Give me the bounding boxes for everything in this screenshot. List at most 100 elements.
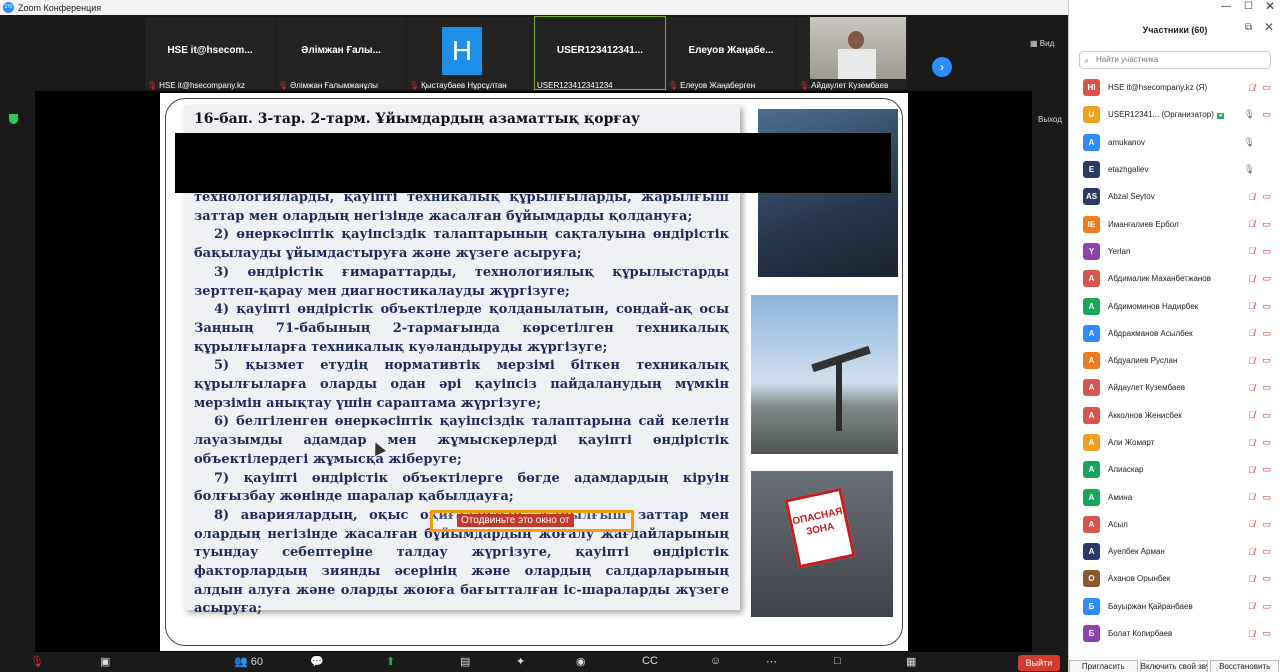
participant-row[interactable]: А Абдимоминов Надирбек 🎙̸ ▭ (1069, 292, 1280, 319)
mic-off-icon[interactable]: 🎙̸ (1248, 601, 1255, 611)
mute-icon[interactable]: 🎙 (30, 655, 44, 668)
avatar: A (1083, 133, 1100, 151)
participants-icon[interactable]: 👥 60 (234, 655, 263, 668)
participant-row[interactable]: IE Имангалиев Ербол 🎙̸ ▭ (1069, 210, 1280, 237)
thumbnail-5[interactable]: 🎙 Айдаулет Кузембаев (797, 17, 907, 90)
video-off-icon[interactable]: ▭ (1262, 219, 1271, 230)
participant-row[interactable]: А Алиаскар 🎙̸ ▭ (1069, 456, 1280, 483)
video-off-icon[interactable]: ▭ (1262, 546, 1271, 557)
thumbnail-1[interactable]: Әлімжан Ғалы... 🎙 Әлімжан Ғалымжанұлы (276, 17, 406, 90)
video-off-icon[interactable]: ▭ (1262, 82, 1271, 93)
video-off-icon[interactable]: ▭ (1262, 628, 1271, 639)
participant-row[interactable]: HI HSE it@hsecompany.kz (Я) 🎙̸ ▭ (1069, 74, 1280, 101)
leave-button[interactable]: Выйти (1018, 655, 1060, 671)
video-off-icon[interactable]: ▭ (1262, 246, 1271, 257)
thumbnail-2[interactable]: H 🎙 Қыстаубаев Нұрсұлтан (407, 17, 537, 90)
mic-off-icon: 🎙 (668, 81, 679, 90)
video-off-icon[interactable]: ▭ (1262, 410, 1271, 421)
participant-row[interactable]: А Айдаулет Кузембаев 🎙̸ ▭ (1069, 374, 1280, 401)
participant-row[interactable]: А Абдуалиев Руслан 🎙̸ ▭ (1069, 347, 1280, 374)
chat-icon[interactable]: 💬 (310, 655, 324, 668)
video-off-icon[interactable]: ▭ (1262, 492, 1271, 503)
view-button[interactable]: ▦ Вид (1030, 39, 1054, 48)
thumbnail-name: HSE it@hsecom... (167, 45, 253, 56)
participant-name: Yerlan (1108, 246, 1131, 256)
participant-row[interactable]: А Асыл 🎙̸ ▭ (1069, 511, 1280, 538)
mic-off-icon[interactable]: 🎙̸ (1248, 383, 1255, 393)
mic-off-icon[interactable]: 🎙̸ (1248, 328, 1255, 338)
participant-row[interactable]: А Али Жомарт 🎙̸ ▭ (1069, 429, 1280, 456)
mic-off-icon[interactable]: 🎙̸ (1248, 274, 1255, 284)
participant-row[interactable]: А Акколнов Женисбек 🎙̸ ▭ (1069, 402, 1280, 429)
participant-row[interactable]: А Ауелбек Арман 🎙̸ ▭ (1069, 538, 1280, 565)
mic-off-icon[interactable]: 🎙̸ (1248, 465, 1255, 475)
remote-control-bar[interactable]: Отодвиньте это окно от (430, 510, 634, 532)
mic-icon[interactable]: 🎙 (1244, 137, 1255, 148)
panel-close-icon[interactable]: ✕ (1264, 20, 1274, 34)
more-icon[interactable]: ⋯ (766, 655, 777, 668)
mic-off-icon[interactable]: 🎙̸ (1248, 356, 1255, 366)
record-icon[interactable]: ◉ (576, 655, 586, 668)
video-off-icon[interactable]: ▭ (1262, 601, 1271, 612)
participant-row[interactable]: А Абдималик Маханбетжанов 🎙̸ ▭ (1069, 265, 1280, 292)
video-off-icon[interactable]: ▭ (1262, 464, 1271, 475)
video-off-icon[interactable]: ▭ (1262, 328, 1271, 339)
mic-off-icon[interactable]: 🎙̸ (1248, 492, 1255, 502)
captions-icon[interactable]: CC (642, 655, 658, 667)
participant-row[interactable]: О Аханов Орынбек 🎙̸ ▭ (1069, 565, 1280, 592)
video-off-icon[interactable]: ▭ (1262, 301, 1271, 312)
mic-off-icon[interactable]: 🎙̸ (1248, 629, 1255, 639)
mic-off-icon[interactable]: 🎙̸ (1248, 246, 1255, 256)
apps-icon[interactable]: ▤ (460, 655, 470, 668)
participant-row[interactable]: AS Abzal Seytov 🎙̸ ▭ (1069, 183, 1280, 210)
invite-button[interactable]: Пригласить (1069, 660, 1138, 672)
participant-row[interactable]: Eetazhgaliev 🎙 (1069, 156, 1280, 183)
video-off-icon[interactable]: ▭ (1262, 437, 1271, 448)
participant-row[interactable]: U USER12341... (Организатор) ● 🎙 ▭ (1069, 101, 1280, 128)
mic-off-icon[interactable]: 🎙̸ (1248, 83, 1255, 93)
participant-row[interactable]: Aamukanov 🎙 (1069, 129, 1280, 156)
mic-off-icon[interactable]: 🎙̸ (1248, 547, 1255, 557)
reactions-icon[interactable]: ☺ (710, 655, 721, 667)
participant-row[interactable]: Б Бауыржан Қайранбаев 🎙̸ ▭ (1069, 593, 1280, 620)
mic-off-icon[interactable]: 🎙̸ (1248, 192, 1255, 202)
video-off-icon[interactable]: ▭ (1262, 573, 1271, 584)
mic-off-icon[interactable]: 🎙̸ (1248, 301, 1255, 311)
maximize-icon[interactable]: ☐ (1244, 1, 1253, 12)
video-off-icon[interactable]: ▣ (100, 655, 110, 668)
video-off-icon[interactable]: ▭ (1262, 191, 1271, 202)
thumbnail-label: 🎙 Айдаулет Кузембаев (799, 81, 889, 90)
thumbnail-0[interactable]: HSE it@hsecom... 🎙 HSE it@hsecompany.kz (145, 17, 275, 90)
mic-icon[interactable]: 🎙 (1244, 109, 1255, 120)
unmute-button[interactable]: Включить свой звук (1139, 660, 1209, 672)
video-off-icon[interactable]: ▭ (1262, 109, 1271, 120)
participant-row[interactable]: А Амина 🎙̸ ▭ (1069, 483, 1280, 510)
close-icon[interactable]: ✕ (1265, 0, 1275, 13)
mic-off-icon[interactable]: 🎙̸ (1248, 519, 1255, 529)
exit-button[interactable]: Выход (1038, 115, 1062, 124)
thumbnail-4[interactable]: Елеуов Жаңабе... 🎙 Елеуов Жаңаберген (666, 17, 796, 90)
mic-icon[interactable]: 🎙 (1244, 164, 1255, 175)
next-page-button[interactable]: › (932, 57, 952, 77)
share-screen-icon[interactable]: ⬆ (386, 655, 395, 668)
popout-icon[interactable]: ⧉ (1245, 22, 1252, 33)
notes-icon[interactable]: ▦ (906, 655, 916, 668)
restore-button[interactable]: Восстановить (1210, 660, 1280, 672)
mic-off-icon[interactable]: 🎙̸ (1248, 410, 1255, 420)
mic-off-icon[interactable]: 🎙̸ (1248, 438, 1255, 448)
mic-off-icon[interactable]: 🎙̸ (1248, 574, 1255, 584)
search-input[interactable]: ⌕ Найти участника (1079, 51, 1271, 69)
video-off-icon[interactable]: ▭ (1262, 382, 1271, 393)
video-off-icon[interactable]: ▭ (1262, 273, 1271, 284)
participant-row[interactable]: Б Болат Копирбаев 🎙̸ ▭ (1069, 620, 1280, 647)
thumbnail-3[interactable]: USER123412341... USER123412341234 (534, 16, 666, 90)
whiteboard-icon[interactable]: □ (834, 655, 841, 667)
minimize-icon[interactable]: — (1221, 1, 1231, 12)
participant-row[interactable]: Y Yerlan 🎙̸ ▭ (1069, 238, 1280, 265)
ai-companion-icon[interactable]: ✦ (516, 655, 525, 668)
video-off-icon[interactable]: ▭ (1262, 519, 1271, 530)
mic-off-icon[interactable]: 🎙̸ (1248, 219, 1255, 229)
slide-paragraph: 2) өнеркәсіптік қауіпсіздік талаптарының… (194, 227, 729, 262)
video-off-icon[interactable]: ▭ (1262, 355, 1271, 366)
participant-row[interactable]: А Абдрахманов Асылбек 🎙̸ ▭ (1069, 320, 1280, 347)
